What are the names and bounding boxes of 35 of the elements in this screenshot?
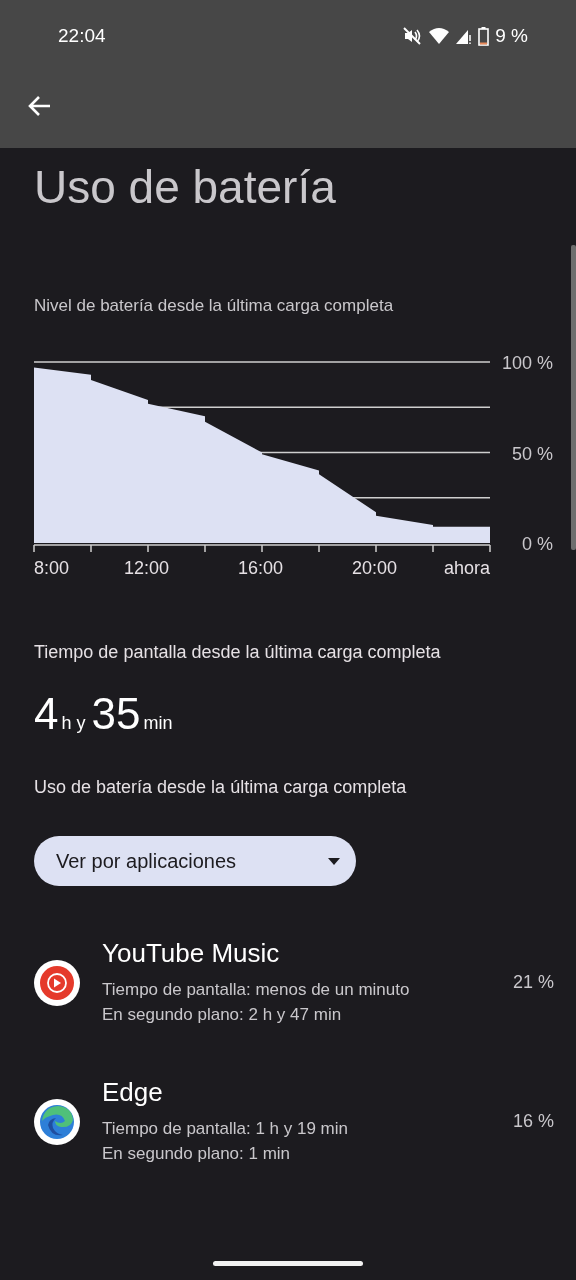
hours-unit: h y xyxy=(61,713,86,734)
browser-icon xyxy=(34,1098,80,1145)
x-axis-label: ahora xyxy=(443,558,490,578)
y-axis-label: 50 % xyxy=(511,443,553,464)
app-row[interactable]: Edge Tiempo de pantalla: 1 h y 19 min En segundo plano: 1 min 16 % xyxy=(0,1077,576,1166)
battery-icon xyxy=(478,26,490,46)
section-caption: Uso de batería desde la última carga completa xyxy=(34,777,408,798)
usage-percent: 21 % xyxy=(512,972,554,993)
app-name: YouTube Music xyxy=(102,938,281,969)
minutes-value: 35 xyxy=(91,689,141,739)
section-caption: Tiempo de pantalla desde la última carga completa xyxy=(34,642,442,663)
dropdown-arrow-icon xyxy=(326,856,342,866)
x-axis-label: 12:00 xyxy=(124,558,170,578)
battery-percent: 9 % xyxy=(495,25,528,47)
x-axis-label: 20:00 xyxy=(352,558,398,578)
y-axis-label: 100 % xyxy=(501,354,553,373)
app-row[interactable]: YouTube Music Tiempo de pantalla: menos de un minuto En segundo plano: 2 h y 47 min 21 % xyxy=(0,938,576,1027)
mute-icon xyxy=(402,26,423,46)
x-axis-label: 16:00 xyxy=(238,558,284,578)
status-time: 22:04 xyxy=(58,25,107,47)
usage-percent: 16 % xyxy=(512,1111,554,1132)
wifi-icon xyxy=(428,27,451,45)
app-name: Edge xyxy=(102,1077,164,1108)
usage-detail: Tiempo de pantalla: menos de un minuto xyxy=(102,979,411,1001)
y-axis-label: 0 % xyxy=(521,534,553,554)
x-axis-label: 8:00 xyxy=(34,558,70,578)
minutes-unit: min xyxy=(143,713,173,734)
page-title: Uso de batería xyxy=(34,160,337,214)
usage-detail: Tiempo de pantalla: 1 h y 19 min xyxy=(102,1118,349,1140)
music-icon xyxy=(34,959,80,1006)
hours-value: 4 xyxy=(34,689,59,739)
usage-detail: En segundo plano: 2 h y 47 min xyxy=(102,1004,343,1026)
usage-detail: En segundo plano: 1 min xyxy=(102,1143,292,1165)
chart-caption: Nivel de batería desde la última carga completa xyxy=(34,296,395,316)
view-dropdown[interactable]: Ver por aplicaciones xyxy=(34,836,356,886)
